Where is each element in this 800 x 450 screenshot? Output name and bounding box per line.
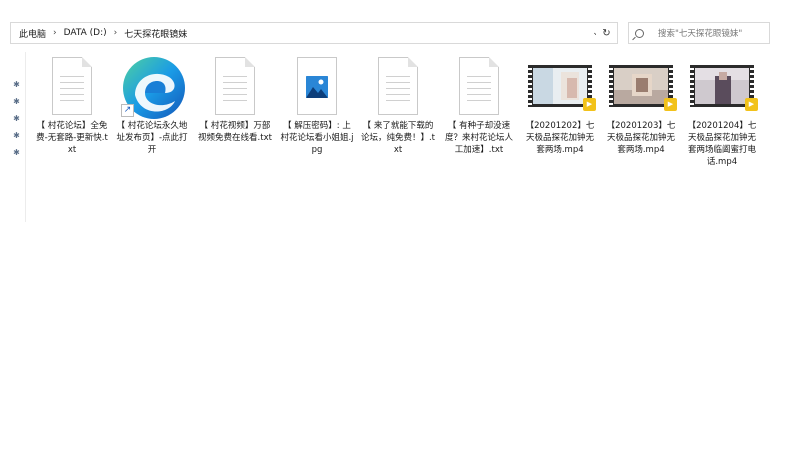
search-placeholder: 搜索"七天探花眼镜妹" bbox=[658, 29, 743, 39]
video-file-icon: ▶ bbox=[690, 65, 758, 111]
file-name: 【 来了就能下载的论坛，纯免费！】.txt bbox=[360, 121, 436, 155]
text-file-icon bbox=[215, 57, 255, 115]
file-item[interactable]: ▶ 【20201203】七天极品探花加钟无套两场.mp4 bbox=[601, 54, 681, 156]
file-name: 【 村花视频】万部视频免费在线看.txt bbox=[198, 121, 272, 143]
video-thumbnail bbox=[695, 68, 749, 104]
video-file-icon: ▶ bbox=[609, 65, 677, 111]
refresh-icon: ↻ bbox=[602, 27, 611, 39]
breadcrumb-current-folder[interactable]: 七天探花眼镜妹 bbox=[124, 27, 187, 40]
file-name: 【 有种子却没速度？来村花论坛人工加速】.txt bbox=[444, 121, 513, 155]
video-badge-icon: ▶ bbox=[583, 98, 596, 111]
text-file-icon bbox=[52, 57, 92, 115]
explorer-window: 此电脑 › DATA (D:) › 七天探花眼镜妹 ⌄ ↻ 搜索"七天探花眼镜妹… bbox=[0, 0, 800, 450]
file-name: 【20201203】七天极品探花加钟无套两场.mp4 bbox=[606, 121, 676, 155]
refresh-button[interactable]: ↻ bbox=[596, 22, 618, 44]
file-item[interactable]: ▶ 【20201202】七天极品探花加钟无套两场.mp4 bbox=[520, 54, 600, 156]
search-input[interactable]: 搜索"七天探花眼镜妹" bbox=[628, 22, 770, 44]
file-item[interactable]: 【 来了就能下载的论坛，纯免费！】.txt bbox=[358, 54, 438, 156]
breadcrumb-separator-icon[interactable]: › bbox=[53, 28, 57, 38]
image-file-icon bbox=[297, 57, 337, 115]
navigation-pane[interactable]: ✱ ✱ ✱ ✱ ✱ bbox=[0, 52, 26, 222]
pin-icon[interactable]: ✱ bbox=[12, 97, 21, 106]
file-name: 【 村花论坛永久地址发布页】-点此打开 bbox=[116, 121, 188, 155]
breadcrumb-separator-icon[interactable]: › bbox=[114, 28, 118, 38]
video-badge-icon: ▶ bbox=[745, 98, 758, 111]
video-file-icon: ▶ bbox=[528, 65, 596, 111]
text-file-icon bbox=[378, 57, 418, 115]
pin-icon[interactable]: ✱ bbox=[12, 114, 21, 123]
pin-icon[interactable]: ✱ bbox=[12, 80, 21, 89]
shortcut-overlay-icon: ↗ bbox=[121, 104, 134, 117]
file-item[interactable]: ↗ 【 村花论坛永久地址发布页】-点此打开 bbox=[112, 54, 192, 156]
file-item[interactable]: 【 有种子却没速度？来村花论坛人工加速】.txt bbox=[439, 54, 519, 156]
search-icon bbox=[635, 28, 644, 38]
video-thumbnail bbox=[533, 68, 587, 104]
video-thumbnail bbox=[614, 68, 668, 104]
breadcrumb-data-drive[interactable]: DATA (D:) bbox=[64, 28, 107, 38]
file-item[interactable]: ▶ 【20201204】七天极品探花加钟无套两场临阖蜜打电话.mp4 bbox=[682, 54, 762, 168]
file-name: 【20201202】七天极品探花加钟无套两场.mp4 bbox=[525, 121, 595, 155]
file-name: 【 村花论坛】全免费-无套路-更新快.txt bbox=[36, 121, 108, 155]
text-file-icon bbox=[459, 57, 499, 115]
pin-icon[interactable]: ✱ bbox=[12, 148, 21, 157]
video-badge-icon: ▶ bbox=[664, 98, 677, 111]
file-item[interactable]: 【 村花论坛】全免费-无套路-更新快.txt bbox=[32, 54, 112, 156]
edge-browser-icon: ↗ bbox=[121, 55, 185, 119]
file-item[interactable]: 【 解压密码】: 上村花论坛看小姐姐.jpg bbox=[277, 54, 357, 156]
file-name: 【 解压密码】: 上村花论坛看小姐姐.jpg bbox=[280, 121, 354, 155]
pin-icon[interactable]: ✱ bbox=[12, 131, 21, 140]
breadcrumb-this-pc[interactable]: 此电脑 bbox=[19, 27, 46, 40]
file-name: 【20201204】七天极品探花加钟无套两场临阖蜜打电话.mp4 bbox=[687, 121, 757, 167]
file-item[interactable]: 【 村花视频】万部视频免费在线看.txt bbox=[195, 54, 275, 144]
address-bar[interactable]: 此电脑 › DATA (D:) › 七天探花眼镜妹 ⌄ bbox=[10, 22, 610, 44]
address-row: 此电脑 › DATA (D:) › 七天探花眼镜妹 ⌄ ↻ 搜索"七天探花眼镜妹… bbox=[10, 22, 790, 44]
